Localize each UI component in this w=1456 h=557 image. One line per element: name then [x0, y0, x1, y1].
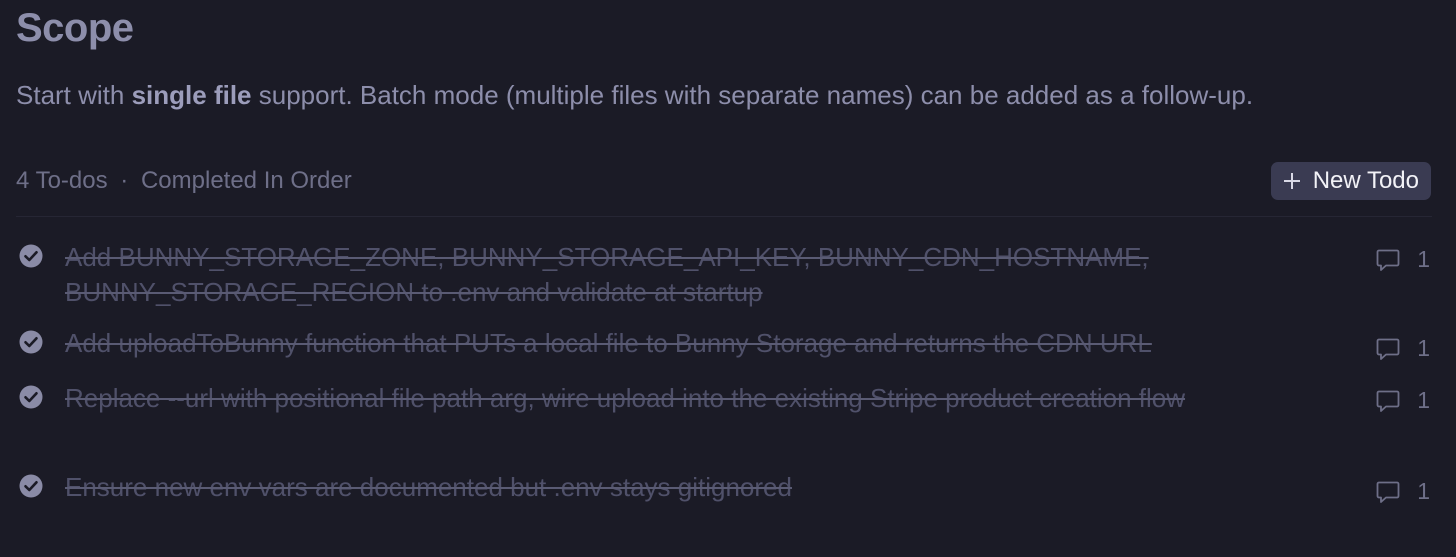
comment-button[interactable]: 1 [1375, 478, 1430, 505]
new-todo-label: New Todo [1312, 167, 1419, 194]
comment-bubble-icon [1376, 481, 1400, 503]
description-prefix: Start with [16, 80, 132, 110]
check-circle-icon[interactable] [18, 473, 44, 499]
todo-item[interactable]: Replace --url with positional file path … [16, 373, 1432, 457]
comment-bubble-icon [1376, 249, 1400, 271]
todo-text: Add uploadToBunny function that PUTs a l… [65, 328, 1152, 358]
new-todo-button[interactable]: New Todo [1270, 162, 1431, 200]
scope-panel: Scope Start with single file support. Ba… [0, 0, 1456, 557]
todos-count: 4 To-dos [16, 167, 108, 194]
check-circle-icon[interactable] [18, 329, 44, 355]
section-description: Start with single file support. Batch mo… [16, 80, 1253, 111]
todo-text: Ensure new env vars are documented but .… [65, 472, 792, 502]
comment-button[interactable]: 1 [1375, 246, 1430, 273]
todo-text: Replace --url with positional file path … [65, 383, 1186, 413]
todos-summary: 4 To-dos · Completed In Order [16, 167, 352, 195]
todo-item[interactable]: Add BUNNY_STORAGE_ZONE, BUNNY_STORAGE_AP… [16, 232, 1432, 316]
check-circle-icon[interactable] [18, 384, 44, 410]
comment-bubble-icon [1376, 338, 1400, 360]
comment-count: 1 [1417, 335, 1430, 361]
comment-button[interactable]: 1 [1375, 387, 1430, 414]
check-circle-icon[interactable] [18, 243, 44, 269]
section-title: Scope [16, 6, 134, 50]
description-emphasis: single file [131, 80, 252, 110]
todos-mode: Completed In Order [140, 167, 352, 194]
todos-header: 4 To-dos · Completed In Order New Todo [16, 162, 1432, 217]
comment-count: 1 [1417, 387, 1430, 413]
todo-text: Add BUNNY_STORAGE_ZONE, BUNNY_STORAGE_AP… [65, 242, 1149, 307]
plus-icon [1281, 170, 1303, 192]
comment-count: 1 [1417, 478, 1430, 504]
comment-count: 1 [1417, 246, 1430, 272]
todo-item[interactable]: Ensure new env vars are documented but .… [16, 462, 1432, 510]
description-suffix: support. Batch mode (multiple files with… [251, 80, 1254, 110]
todo-item[interactable]: Add uploadToBunny function that PUTs a l… [16, 318, 1432, 366]
summary-separator: · [120, 167, 129, 194]
comment-button[interactable]: 1 [1375, 335, 1430, 362]
comment-bubble-icon [1376, 390, 1400, 412]
